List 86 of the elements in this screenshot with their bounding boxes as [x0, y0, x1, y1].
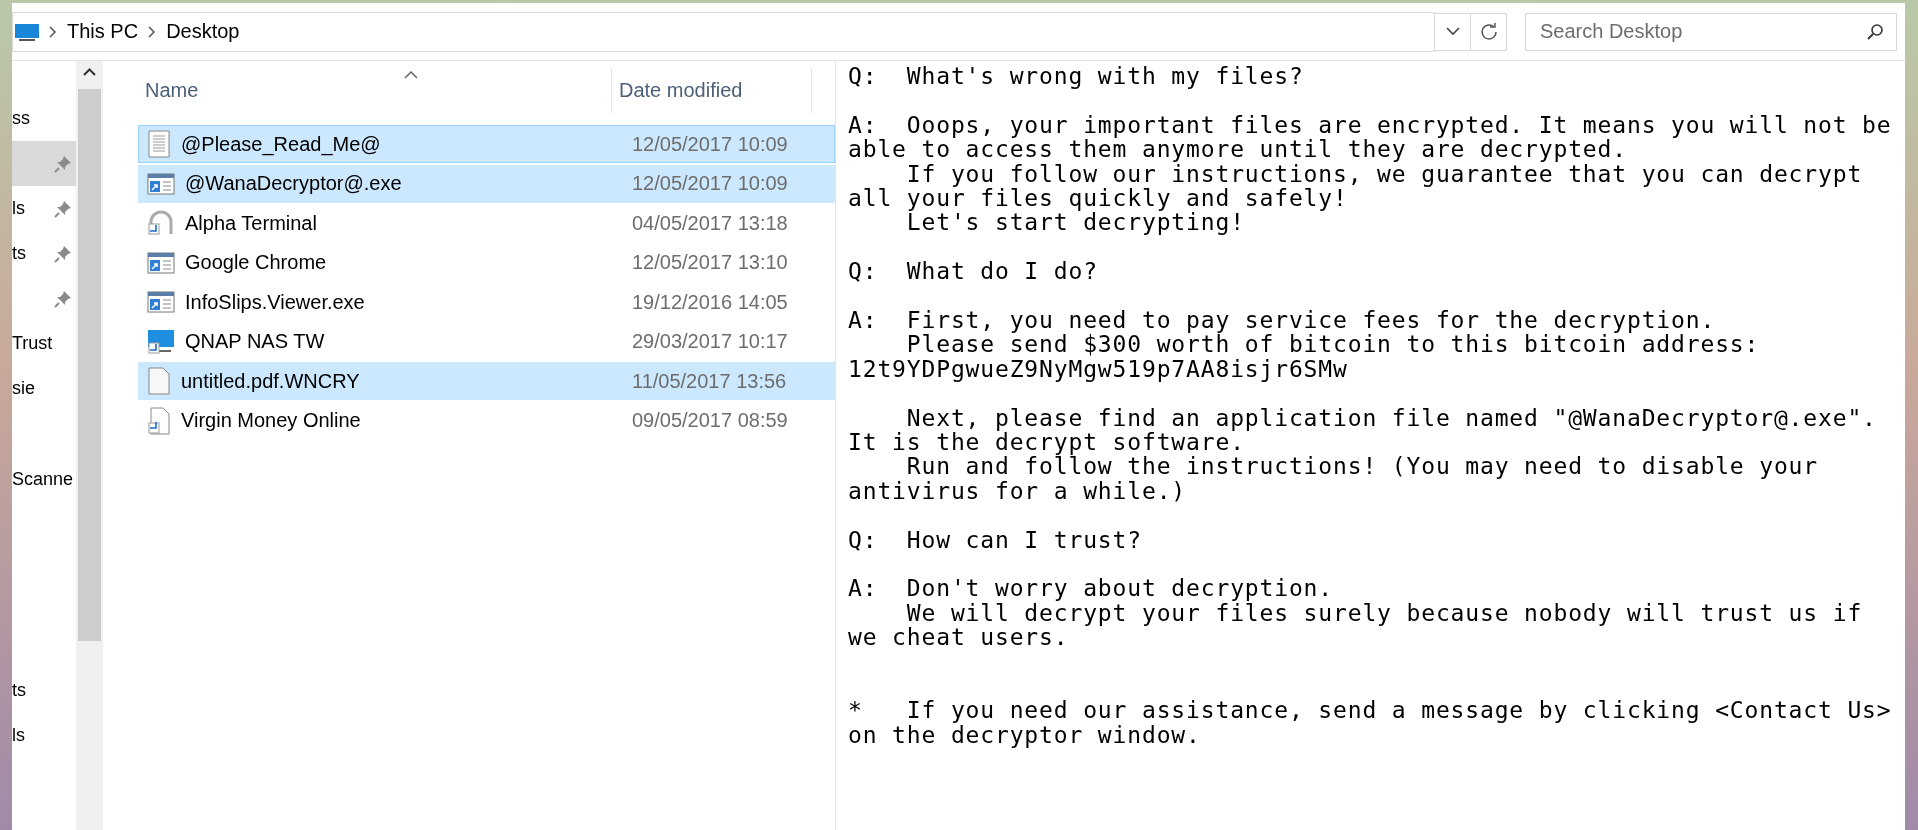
- note-line: If you follow our instructions, we guarantee that you can decrypt: [905, 161, 1864, 186]
- note-line: We will decrypt your files surely because nobody will trust us if: [905, 600, 1864, 626]
- file-name: Alpha Terminal: [185, 211, 317, 235]
- file-name: @Please_Read_Me@: [181, 132, 381, 156]
- file-row[interactable]: @Please_Read_Me@ 12/05/2017 10:09: [138, 125, 835, 163]
- note-line: Please send $300 worth of bitcoin to this bitcoin address:: [905, 332, 1761, 357]
- shortcut-file-icon: [147, 210, 175, 236]
- nav-label: ts: [12, 680, 26, 701]
- file-date: 12/05/2017 10:09: [631, 132, 788, 156]
- file-date: 29/03/2017 10:17: [631, 330, 788, 353]
- file-row[interactable]: Virgin Money Online 09/05/2017 08:59: [138, 401, 835, 440]
- note-line: Q: How can I trust?: [848, 527, 1143, 553]
- file-date: 12/05/2017 13:10: [631, 251, 788, 274]
- file-row[interactable]: InfoSlips.Viewer.exe 19/12/2016 14:05: [138, 283, 835, 321]
- note-line: Run and follow the instructions! (You may need to disable your: [905, 454, 1819, 479]
- file-name: InfoSlips.Viewer.exe: [185, 290, 365, 314]
- file-date: 09/05/2017 08:59: [631, 409, 788, 432]
- file-name: Google Chrome: [185, 251, 327, 274]
- dropdown-button[interactable]: [1435, 12, 1471, 51]
- file-name: Virgin Money Online: [181, 409, 361, 432]
- note-line: on the decryptor window.: [848, 722, 1202, 748]
- note-line: A: First, you need to pay service fees for the decryption.: [848, 308, 1716, 333]
- nav-label: ls: [12, 725, 25, 746]
- file-date: 19/12/2016 14:05: [631, 290, 788, 314]
- file-name: QNAP NAS TW: [185, 330, 325, 353]
- nav-item[interactable]: [12, 141, 76, 186]
- refresh-button[interactable]: [1471, 12, 1507, 51]
- file-name: @WanaDecryptor@.exe: [185, 172, 402, 195]
- nav-label: ts: [12, 243, 26, 264]
- text-file-icon: [147, 130, 171, 158]
- search-box[interactable]: Search Desktop: [1525, 12, 1897, 51]
- column-header[interactable]: Date modified: [612, 68, 812, 113]
- nav-item[interactable]: ls: [12, 186, 76, 231]
- note-line: A: Don't worry about decryption.: [848, 576, 1334, 601]
- nav-label: ls: [12, 198, 25, 219]
- monitor-shortcut-icon: [147, 328, 175, 355]
- note-line: 12t9YDPgwueZ9NyMgw519p7AA8isjr6SMw: [848, 356, 1349, 382]
- note-line: all your files quickly and safely!: [848, 186, 1349, 211]
- sort-caret-icon: [404, 70, 418, 79]
- chevron-down-icon: [1445, 27, 1460, 36]
- note-line: we cheat users.: [848, 625, 1069, 650]
- note-line: It is the decrypt software.: [848, 430, 1245, 455]
- note-line: Q: What's wrong with my files?: [848, 64, 1305, 89]
- nav-label: Trust: [12, 333, 53, 354]
- nav-label: ss: [12, 108, 30, 129]
- blank-file-icon: [147, 367, 171, 395]
- scroll-thumb[interactable]: [78, 89, 101, 641]
- file-row[interactable]: QNAP NAS TW 29/03/2017 10:17: [138, 322, 835, 361]
- breadcrumb-item[interactable]: Desktop: [166, 20, 240, 43]
- computer-icon: [15, 21, 39, 42]
- file-date: 12/05/2017 10:09: [631, 172, 788, 195]
- nav-label: sie: [12, 378, 35, 399]
- nav-item[interactable]: ts: [12, 668, 76, 713]
- nav-item[interactable]: ss: [12, 96, 76, 141]
- breadcrumb-item[interactable]: This PC: [67, 20, 139, 43]
- file-row[interactable]: @WanaDecryptor@.exe 12/05/2017 10:09: [138, 164, 835, 203]
- address-bar[interactable]: This PC Desktop: [12, 11, 1435, 52]
- note-line: A: Ooops, your important files are encrypted. It means you will not be: [848, 112, 1893, 138]
- file-date: 11/05/2017 13:56: [631, 369, 787, 393]
- nav-item[interactable]: ls: [12, 713, 76, 758]
- shortcut-file-icon: [147, 406, 171, 435]
- note-line: Let's start decrypting!: [905, 210, 1246, 235]
- search-icon: [1866, 22, 1884, 41]
- scrollbar[interactable]: [76, 61, 103, 830]
- note-line: Next, please find an application file named "@WanaDecryptor@.exe".: [905, 405, 1878, 431]
- chevron-right-icon: [148, 25, 157, 38]
- nav-label: Scanne: [12, 469, 74, 490]
- note-line: able to access them anymore until they are decrypted.: [848, 137, 1628, 162]
- file-name: untitled.pdf.WNCRY: [181, 369, 360, 393]
- app-shortcut-icon: [147, 171, 175, 196]
- file-row[interactable]: untitled.pdf.WNCRY 11/05/2017 13:56: [138, 362, 835, 400]
- nav-item[interactable]: ts: [12, 231, 76, 276]
- column-header[interactable]: Name: [138, 68, 612, 113]
- file-date: 04/05/2017 13:18: [631, 211, 788, 235]
- chevron-right-icon: [49, 25, 57, 38]
- nav-item[interactable]: sie: [12, 366, 76, 411]
- note-line: antivirus for a while.): [848, 478, 1188, 504]
- file-row[interactable]: Google Chrome 12/05/2017 13:10: [138, 243, 835, 282]
- app-shortcut-icon: [147, 250, 175, 275]
- nav-item[interactable]: Scanne: [12, 457, 76, 502]
- nav-item[interactable]: Trust: [12, 321, 76, 366]
- note-line: Q: What do I do?: [848, 259, 1099, 284]
- file-row[interactable]: Alpha Terminal 04/05/2017 13:18: [138, 204, 835, 242]
- note-line: * If you need our assistance, send a message by clicking <Contact Us>: [848, 698, 1893, 723]
- app-shortcut-icon: [147, 290, 175, 314]
- refresh-icon: [1479, 22, 1498, 41]
